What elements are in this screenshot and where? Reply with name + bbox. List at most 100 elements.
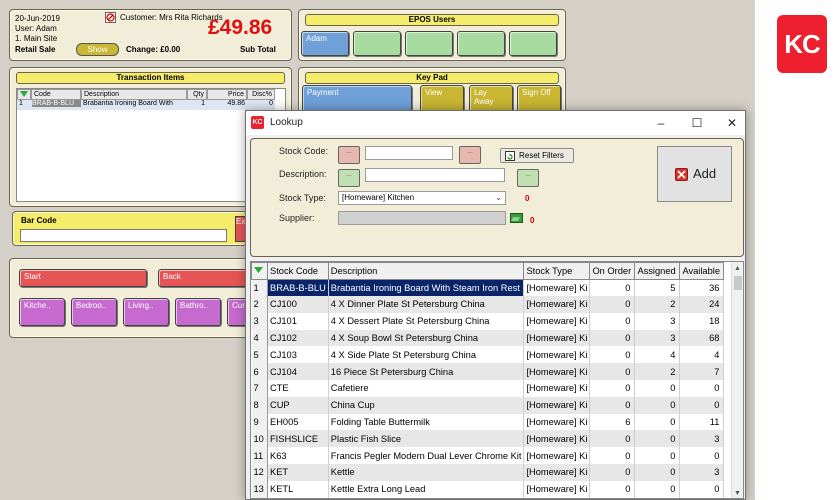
cell-code: CUP bbox=[267, 396, 329, 414]
cell-on-order: 0 bbox=[589, 296, 636, 313]
col-disc[interactable]: Disc% bbox=[247, 89, 275, 100]
results-filter-icon[interactable] bbox=[251, 262, 268, 280]
cell-available: 4 bbox=[679, 346, 725, 364]
col-on-order[interactable]: On Order bbox=[589, 262, 636, 280]
col-price[interactable]: Price bbox=[207, 89, 247, 100]
cell-available: 36 bbox=[679, 279, 725, 297]
table-row[interactable]: 9 EH005 Folding Table Buttermilk [Homeware]… bbox=[251, 413, 725, 431]
cell-code: FISHSLICE bbox=[267, 430, 329, 448]
cell-on-order: 0 bbox=[589, 346, 636, 364]
grid-filter-icon[interactable] bbox=[17, 89, 31, 100]
supplier-input[interactable] bbox=[338, 211, 506, 225]
description-to-button[interactable]: ... bbox=[517, 169, 539, 187]
user-text: User: Adam bbox=[15, 24, 57, 33]
stock-code-from-button[interactable]: ... bbox=[338, 146, 360, 164]
cell-assigned: 0 bbox=[634, 480, 681, 498]
category-kitchen[interactable]: Kitche.. bbox=[19, 298, 65, 326]
cell-code: BRAB-B-BLU bbox=[267, 279, 329, 297]
cell-available: 0 bbox=[679, 447, 725, 465]
scroll-up-icon[interactable]: ▲ bbox=[734, 265, 741, 272]
cell-type: [Homeware] Ki bbox=[523, 380, 591, 397]
category-bathroom[interactable]: Bathro.. bbox=[175, 298, 221, 326]
cell-on-order: 0 bbox=[589, 329, 636, 347]
lookup-titlebar[interactable]: KC Lookup – ☐ ✕ bbox=[246, 111, 745, 135]
cell-assigned: 3 bbox=[634, 329, 681, 347]
table-row[interactable]: 10 FISHSLICE Plastic Fish Slice [Homeware] … bbox=[251, 430, 725, 448]
results-grid[interactable]: Stock Code Description Stock Type On Ord… bbox=[250, 261, 744, 499]
cell-description: Kettle Extra Long Lead bbox=[328, 480, 525, 498]
cell-on-order: 0 bbox=[589, 430, 636, 448]
supplier-count: 0 bbox=[530, 216, 535, 225]
category-bedroom[interactable]: Bedroo.. bbox=[71, 298, 117, 326]
cell-code: CJ100 bbox=[267, 296, 329, 313]
table-row[interactable]: 12 KET Kettle [Homeware] Ki 0 0 3 bbox=[251, 464, 725, 481]
cell-on-order: 0 bbox=[589, 380, 636, 397]
table-row[interactable]: 7 CTE Cafetiere [Homeware] Ki 0 0 0 bbox=[251, 380, 725, 397]
stock-code-to-button[interactable]: ... bbox=[459, 146, 481, 164]
show-button[interactable]: Show bbox=[76, 43, 119, 56]
app-icon: KC bbox=[251, 116, 264, 129]
no-customer-icon[interactable] bbox=[105, 12, 116, 23]
cell-assigned: 0 bbox=[634, 380, 681, 397]
cell-assigned: 0 bbox=[634, 464, 681, 481]
table-row[interactable]: 2 CJ100 4 X Dinner Plate St Petersburg Chi… bbox=[251, 296, 725, 313]
category-living[interactable]: Living.. bbox=[123, 298, 169, 326]
row-index: 13 bbox=[251, 480, 268, 498]
row-code: BRAB-B-BLU bbox=[32, 100, 81, 107]
open-folder-icon[interactable] bbox=[510, 211, 523, 224]
transaction-row[interactable]: 1 BRAB-B-BLU Brabantia Ironing Board Wit… bbox=[17, 100, 275, 110]
table-row[interactable]: 5 CJ103 4 X Side Plate St Petersburg China… bbox=[251, 346, 725, 364]
minimize-icon[interactable]: – bbox=[647, 114, 675, 132]
scroll-thumb[interactable] bbox=[734, 276, 742, 290]
cell-description: Francis Pegler Modern Dual Lever Chrome … bbox=[328, 447, 525, 465]
cell-assigned: 0 bbox=[634, 413, 681, 431]
cell-description: Cafetiere bbox=[328, 380, 525, 397]
add-icon bbox=[675, 168, 688, 181]
table-row[interactable]: 1 BRAB-B-BLU Brabantia Ironing Board With … bbox=[251, 279, 725, 297]
user-button-2[interactable] bbox=[353, 31, 401, 56]
header-panel: 20-Jun-2019 User: Adam 1. Main Site Reta… bbox=[9, 9, 292, 61]
cell-type: [Homeware] Ki bbox=[523, 430, 591, 448]
col-available[interactable]: Available bbox=[679, 262, 725, 280]
row-description: Brabantia Ironing Board With bbox=[83, 100, 173, 107]
table-row[interactable]: 3 CJ101 4 X Dessert Plate St Petersburg Ch… bbox=[251, 312, 725, 330]
col-qty[interactable]: Qty bbox=[187, 89, 207, 100]
date-text: 20-Jun-2019 bbox=[15, 14, 60, 23]
col-assigned[interactable]: Assigned bbox=[634, 262, 681, 280]
cell-on-order: 0 bbox=[589, 464, 636, 481]
row-index: 11 bbox=[251, 447, 268, 465]
col-stock-type[interactable]: Stock Type bbox=[523, 262, 591, 280]
description-input[interactable] bbox=[365, 168, 505, 182]
cell-available: 68 bbox=[679, 329, 725, 347]
col-description[interactable]: Description bbox=[81, 89, 187, 100]
barcode-input[interactable] bbox=[20, 229, 227, 242]
col-code[interactable]: Code bbox=[31, 89, 81, 100]
user-button-3[interactable] bbox=[405, 31, 453, 56]
user-button-4[interactable] bbox=[457, 31, 505, 56]
table-row[interactable]: 13 KETL Kettle Extra Long Lead [Homeware] K… bbox=[251, 480, 725, 498]
stock-type-label: Stock Type: bbox=[279, 193, 326, 203]
add-button[interactable]: Add bbox=[657, 146, 732, 202]
description-from-button[interactable]: ... bbox=[338, 169, 360, 187]
close-icon[interactable]: ✕ bbox=[718, 114, 746, 132]
stock-type-count: 0 bbox=[525, 194, 530, 203]
table-row[interactable]: 11 K63 Francis Pegler Modern Dual Lever Ch… bbox=[251, 447, 725, 465]
table-row[interactable]: 8 CUP China Cup [Homeware] Ki 0 0 0 bbox=[251, 396, 725, 414]
col-description[interactable]: Description bbox=[327, 262, 525, 280]
table-row[interactable]: 6 CJ104 16 Piece St Petersburg China [Homew… bbox=[251, 363, 725, 381]
reset-filters-button[interactable]: Reset Filters bbox=[500, 148, 574, 163]
maximize-icon[interactable]: ☐ bbox=[683, 114, 711, 132]
row-disc: 0 bbox=[269, 100, 273, 107]
site-text: 1. Main Site bbox=[15, 34, 58, 43]
subtotal-label: Sub Total bbox=[240, 45, 276, 54]
scroll-down-icon[interactable]: ▼ bbox=[734, 490, 741, 497]
user-button-adam[interactable]: Adam bbox=[301, 31, 349, 56]
vertical-scrollbar[interactable]: ▲ ▼ bbox=[731, 262, 743, 498]
col-stock-code[interactable]: Stock Code bbox=[267, 262, 329, 280]
row-index: 6 bbox=[251, 363, 268, 381]
start-button[interactable]: Start bbox=[19, 269, 147, 287]
stock-type-select[interactable]: [Homeware] Kitchen ⌄ bbox=[338, 191, 506, 205]
table-row[interactable]: 4 CJ102 4 X Soup Bowl St Petersburg China[… bbox=[251, 329, 725, 347]
stock-code-input[interactable] bbox=[365, 146, 453, 160]
user-button-5[interactable] bbox=[509, 31, 557, 56]
